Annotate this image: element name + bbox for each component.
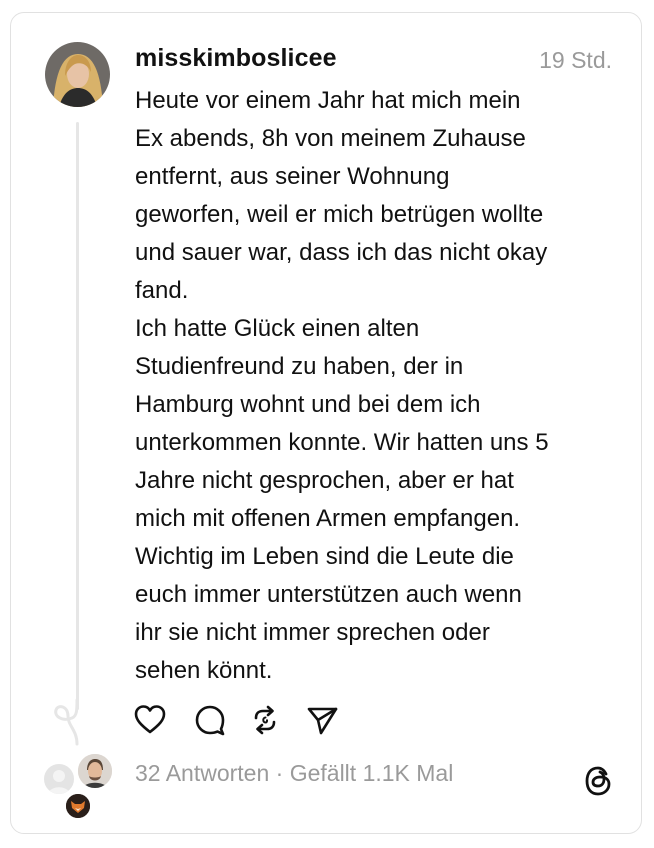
post-text-line: Heute vor einem Jahr hat mich mein	[135, 87, 521, 114]
post-text-line: mich mit offenen Armen empfangen.	[135, 505, 521, 532]
post-text-line: ihr sie nicht immer sprechen oder	[135, 619, 490, 646]
post-text-line: und sauer war, dass ich das nicht okay	[135, 239, 548, 266]
post-text: Heute vor einem Jahr hat mich mein Ex ab…	[135, 82, 625, 690]
post-text-line: fand.	[135, 277, 189, 304]
reply-avatar-fox	[64, 792, 92, 820]
post-text-line: euch immer unterstützen auch wenn	[135, 581, 522, 608]
post-text-line: Ich hatte Glück einen alten	[135, 315, 420, 342]
post-stats[interactable]: 32 Antworten · Gefällt 1.1K Mal	[135, 760, 453, 787]
post-text-line: sehen könnt.	[135, 657, 273, 684]
thread-line	[76, 122, 79, 710]
thread-loop-icon	[54, 698, 79, 746]
author-avatar[interactable]	[45, 42, 110, 107]
comment-icon[interactable]	[193, 703, 227, 737]
post-text-line: Jahre nicht gesprochen, aber er hat	[135, 467, 514, 494]
post-text-line: Hamburg wohnt und bei dem ich	[135, 391, 481, 418]
reply-avatar-placeholder	[42, 762, 76, 796]
send-icon[interactable]	[305, 703, 339, 737]
post-text-line: Studienfreund zu haben, der in	[135, 353, 464, 380]
reply-avatar	[76, 752, 114, 790]
post-text-line: Wichtig im Leben sind die Leute die	[135, 543, 514, 570]
reply-avatars[interactable]	[40, 752, 120, 822]
post-timestamp: 19 Std.	[539, 47, 612, 73]
post-text-line: Ex abends, 8h von meinem Zuhause	[135, 125, 526, 152]
repost-icon[interactable]	[248, 703, 282, 737]
post-text-line: unterkommen konnte. Wir hatten uns 5	[135, 429, 549, 456]
threads-logo-icon[interactable]	[582, 764, 614, 798]
post-text-line: geworfen, weil er mich betrügen wollte	[135, 201, 544, 228]
post-text-line: entfernt, aus seiner Wohnung	[135, 163, 450, 190]
username[interactable]: misskimboslicee	[135, 44, 337, 73]
heart-icon[interactable]	[133, 703, 167, 737]
